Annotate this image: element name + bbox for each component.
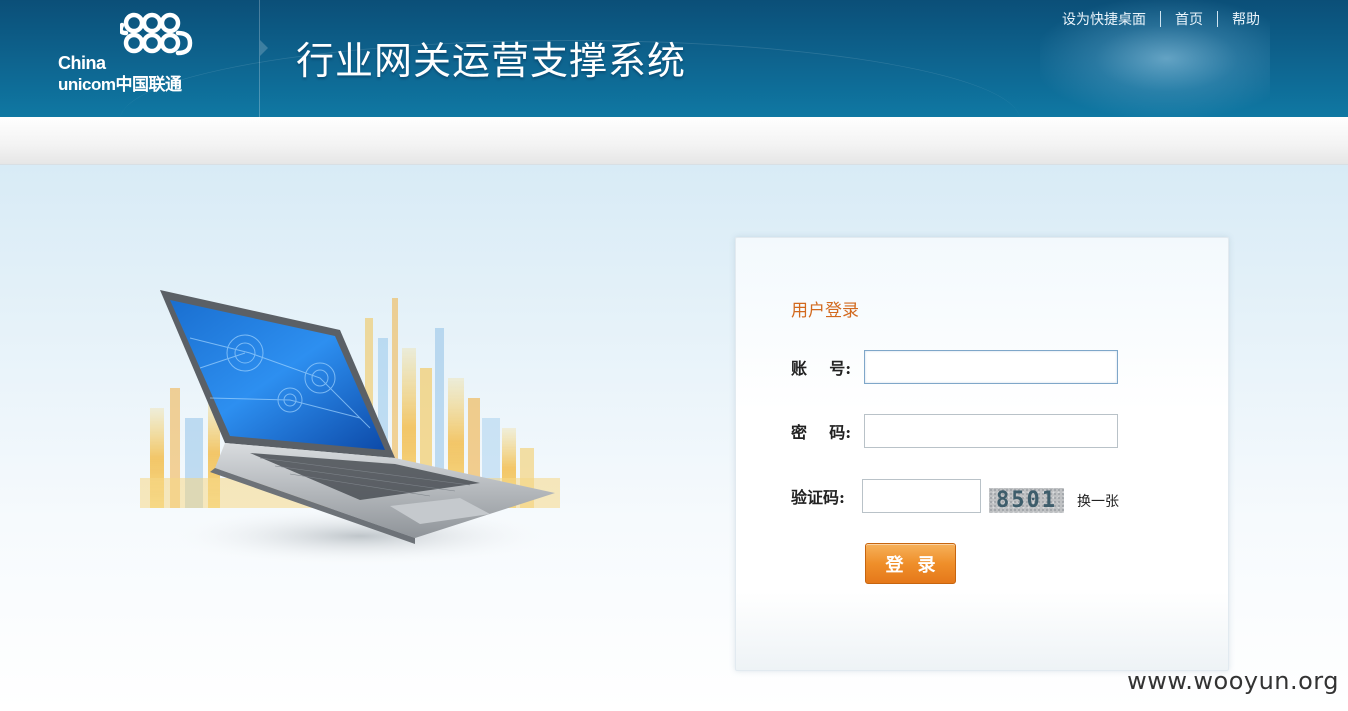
refresh-captcha-link[interactable]: 换一张	[1077, 491, 1119, 511]
china-unicom-logo: China unicom中国联通	[58, 10, 198, 94]
system-title: 行业网关运营支撑系统	[296, 39, 687, 83]
set-shortcut-link[interactable]: 设为快捷桌面	[1062, 9, 1146, 29]
account-label: 账 号:	[791, 359, 852, 378]
link-separator	[1160, 11, 1161, 27]
captcha-image[interactable]: 8501	[989, 488, 1064, 513]
link-separator	[1217, 11, 1218, 27]
login-button[interactable]: 登录	[865, 543, 956, 584]
password-label: 密 码:	[791, 423, 852, 442]
account-input[interactable]	[864, 350, 1118, 384]
login-panel: 用户登录 账 号: 密 码: 验证码: 8501 换一张 登录	[735, 237, 1229, 671]
laptop-city-illustration	[140, 290, 560, 566]
watermark-text: www.wooyun.org	[1127, 667, 1339, 695]
header-divider	[259, 0, 260, 117]
header-banner: China unicom中国联通 行业网关运营支撑系统 设为快捷桌面 首页 帮助	[0, 0, 1348, 117]
help-link[interactable]: 帮助	[1232, 9, 1260, 29]
divider-arrow-icon	[260, 40, 268, 56]
top-links: 设为快捷桌面 首页 帮助	[1062, 9, 1260, 29]
login-title: 用户登录	[791, 301, 859, 321]
brand-name-unicom: unicom中国联通	[58, 75, 182, 94]
captcha-text: 8501	[996, 488, 1057, 513]
captcha-label: 验证码:	[791, 488, 845, 507]
unicom-knot-icon	[120, 12, 193, 56]
password-input[interactable]	[864, 414, 1118, 448]
home-link[interactable]: 首页	[1175, 9, 1203, 29]
sub-navigation-bar	[0, 117, 1348, 165]
captcha-input[interactable]	[862, 479, 981, 513]
